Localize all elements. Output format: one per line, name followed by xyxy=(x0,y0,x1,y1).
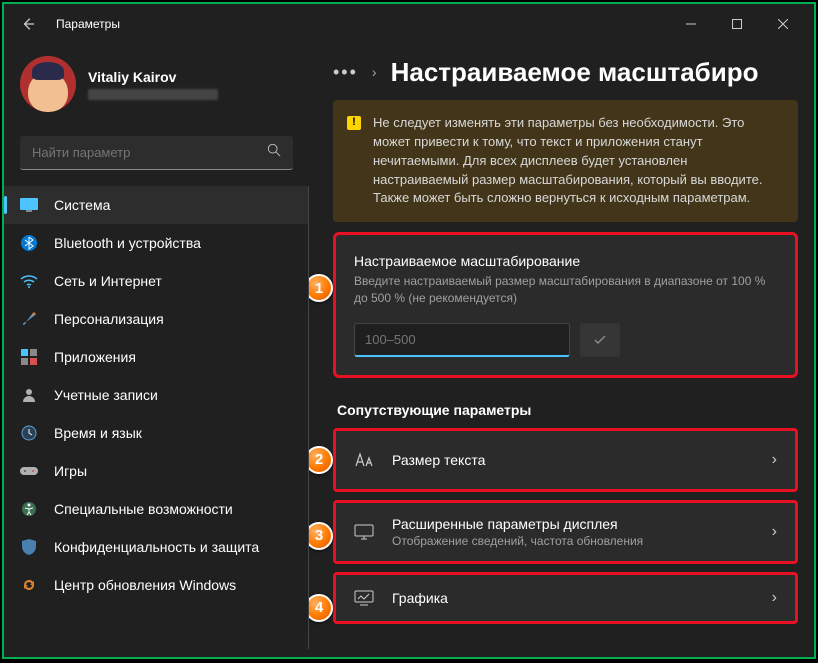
search-box[interactable] xyxy=(20,136,293,170)
user-block[interactable]: Vitaliy Kairov xyxy=(4,52,309,128)
chevron-right-icon: › xyxy=(372,64,377,80)
link-advanced-display[interactable]: Расширенные параметры дисплеяОтображение… xyxy=(333,500,798,564)
nav-item-personalization[interactable]: Персонализация xyxy=(4,300,308,338)
custom-scale-card: Настраиваемое масштабирование Введите на… xyxy=(333,232,798,378)
callout-badge-1: 1 xyxy=(309,274,333,302)
avatar xyxy=(20,56,76,112)
settings-window: Параметры Vitaliy Kairov Система Bluetoo xyxy=(2,2,816,659)
nav: Система Bluetooth и устройства Сеть и Ин… xyxy=(4,186,309,649)
clock-icon xyxy=(20,424,38,442)
graphics-icon xyxy=(354,590,374,606)
apps-icon xyxy=(20,348,38,366)
link-text-size[interactable]: Размер текста › xyxy=(333,428,798,492)
card-subtitle: Введите настраиваемый размер масштабиров… xyxy=(354,273,777,307)
nav-item-system[interactable]: Система xyxy=(4,186,308,224)
search-input[interactable] xyxy=(32,145,267,160)
nav-item-windows-update[interactable]: Центр обновления Windows xyxy=(4,566,308,604)
text-size-icon xyxy=(354,452,374,468)
titlebar: Параметры xyxy=(4,4,814,44)
wifi-icon xyxy=(20,272,38,290)
gamepad-icon xyxy=(20,462,38,480)
maximize-button[interactable] xyxy=(714,8,760,40)
nav-item-accounts[interactable]: Учетные записи xyxy=(4,376,308,414)
nav-item-privacy[interactable]: Конфиденциальность и защита xyxy=(4,528,308,566)
display-icon xyxy=(20,196,38,214)
nav-item-apps[interactable]: Приложения xyxy=(4,338,308,376)
shield-icon xyxy=(20,538,38,556)
back-button[interactable] xyxy=(12,8,44,40)
apply-button[interactable] xyxy=(580,323,620,357)
update-icon xyxy=(20,576,38,594)
monitor-icon xyxy=(354,524,374,540)
nav-item-bluetooth[interactable]: Bluetooth и устройства xyxy=(4,224,308,262)
card-title: Настраиваемое масштабирование xyxy=(354,253,777,269)
warning-banner: ! Не следует изменять эти параметры без … xyxy=(333,100,798,222)
callout-badge-4: 4 xyxy=(309,594,333,622)
related-heading: Сопутствующие параметры xyxy=(337,402,798,418)
warning-icon: ! xyxy=(347,116,361,130)
window-title: Параметры xyxy=(56,17,120,31)
nav-item-time-language[interactable]: Время и язык xyxy=(4,414,308,452)
chevron-right-icon: › xyxy=(772,523,777,541)
breadcrumb-overflow[interactable]: ••• xyxy=(333,62,358,83)
user-icon xyxy=(20,386,38,404)
nav-item-network[interactable]: Сеть и Интернет xyxy=(4,262,308,300)
chevron-right-icon: › xyxy=(772,451,777,469)
main-content: ••• › Настраиваемое масштабиро ! Не след… xyxy=(309,44,814,657)
scale-input[interactable] xyxy=(354,323,570,357)
bluetooth-icon xyxy=(20,234,38,252)
callout-badge-3: 3 xyxy=(309,522,333,550)
sidebar: Vitaliy Kairov Система Bluetooth и устро… xyxy=(4,44,309,657)
nav-item-accessibility[interactable]: Специальные возможности xyxy=(4,490,308,528)
close-button[interactable] xyxy=(760,8,806,40)
link-graphics[interactable]: Графика › xyxy=(333,572,798,624)
nav-item-gaming[interactable]: Игры xyxy=(4,452,308,490)
page-title: Настраиваемое масштабиро xyxy=(391,57,759,88)
breadcrumb: ••• › Настраиваемое масштабиро xyxy=(333,44,798,100)
chevron-right-icon: › xyxy=(772,589,777,607)
minimize-button[interactable] xyxy=(668,8,714,40)
brush-icon xyxy=(20,310,38,328)
callout-badge-2: 2 xyxy=(309,446,333,474)
search-icon xyxy=(267,143,281,162)
user-name: Vitaliy Kairov xyxy=(88,69,218,85)
accessibility-icon xyxy=(20,500,38,518)
user-email-redacted xyxy=(88,89,218,100)
